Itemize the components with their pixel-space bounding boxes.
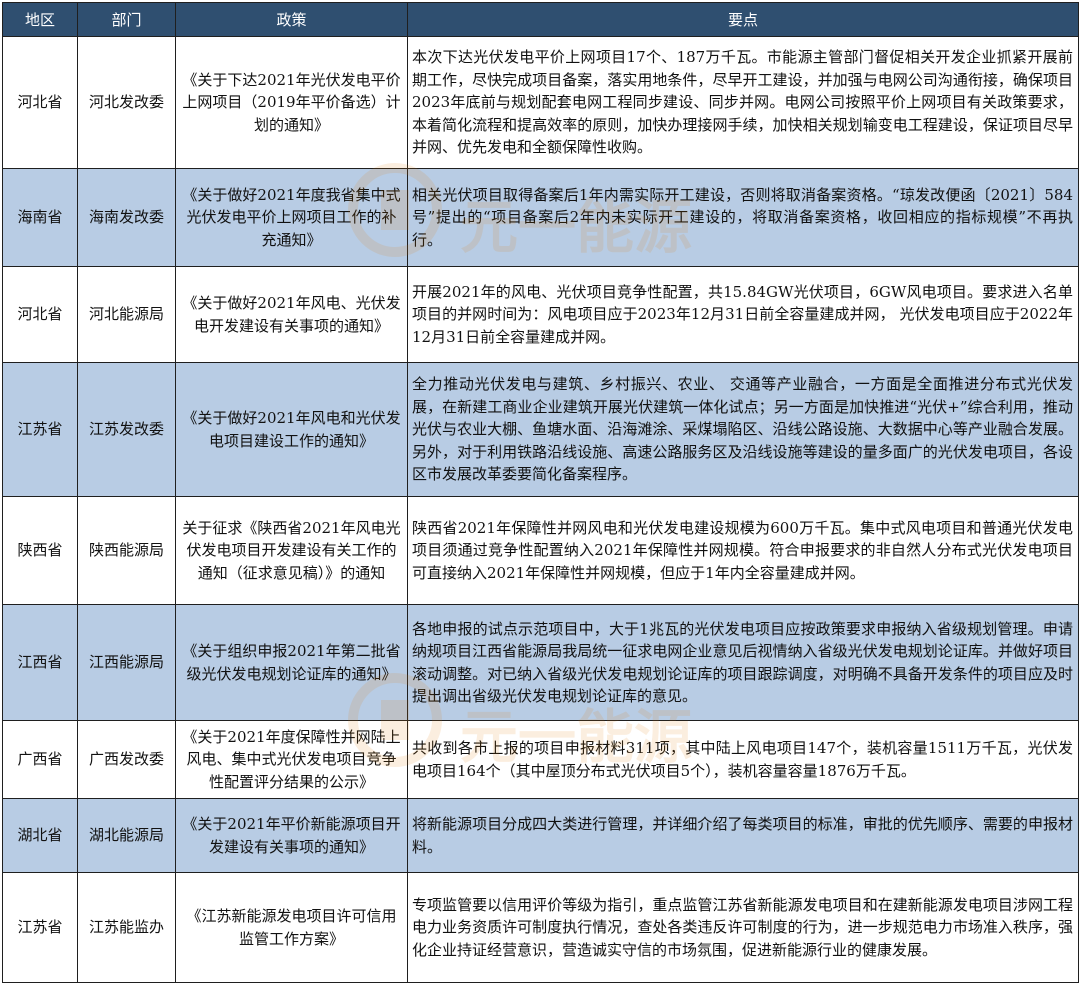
policy-table: 地区 部门 政策 要点 河北省 河北发改委 《关于下达2021年光伏发电平价上网… xyxy=(2,2,1079,983)
policy-cell: 《关于做好2021年风电和光伏发电项目建设工作的通知》 xyxy=(175,362,408,497)
table-row: 广西省 广西发改委 《关于2021年度保障性并网陆上风电、集中式光伏发电项目竞争… xyxy=(2,720,1079,799)
region-cell: 江苏省 xyxy=(2,362,78,497)
dept-cell: 陕西能源局 xyxy=(77,496,176,605)
region-cell: 河北省 xyxy=(2,266,78,363)
dept-cell: 江苏能监办 xyxy=(77,872,176,983)
points-cell: 全力推动光伏发电与建筑、乡村振兴、农业、 交通等产业融合，一方面是全面推进分布式… xyxy=(407,362,1079,497)
policy-cell: 《关于2021年度保障性并网陆上风电、集中式光伏发电项目竞争性配置评分结果的公示… xyxy=(175,720,408,799)
header-policy: 政策 xyxy=(175,2,408,37)
table-row: 河北省 河北发改委 《关于下达2021年光伏发电平价上网项目（2019年平价备选… xyxy=(2,36,1079,169)
points-cell: 专项监管要以信用评价等级为指引，重点监管江苏省新能源发电项目和在建新能源发电项目… xyxy=(407,872,1079,983)
dept-cell: 湖北能源局 xyxy=(77,798,176,873)
dept-cell: 江苏发改委 xyxy=(77,362,176,497)
points-cell: 各地申报的试点示范项目中，大于1兆瓦的光伏发电项目应按政策要求申报纳入省级规划管… xyxy=(407,604,1079,721)
header-region: 地区 xyxy=(2,2,78,37)
policy-cell: 《关于做好2021年度我省集中式光伏发电平价上网项目工作的补充通知》 xyxy=(175,168,408,267)
table-row: 海南省 海南发改委 《关于做好2021年度我省集中式光伏发电平价上网项目工作的补… xyxy=(2,168,1079,267)
region-cell: 陕西省 xyxy=(2,496,78,605)
dept-cell: 江西能源局 xyxy=(77,604,176,721)
table-row: 陕西省 陕西能源局 关于征求《陕西省2021年风电光伏发电项目开发建设有关工作的… xyxy=(2,496,1079,605)
region-cell: 海南省 xyxy=(2,168,78,267)
table-row: 湖北省 湖北能源局 《关于2021年平价新能源项目开发建设有关事项的通知》 将新… xyxy=(2,798,1079,873)
points-cell: 将新能源项目分成四大类进行管理，并详细介绍了每类项目的标准，审批的优先顺序、需要… xyxy=(407,798,1079,873)
header-row: 地区 部门 政策 要点 xyxy=(2,2,1079,37)
points-cell: 共收到各市上报的项目申报材料311项，其中陆上风电项目147个，装机容量1511… xyxy=(407,720,1079,799)
dept-cell: 河北能源局 xyxy=(77,266,176,363)
region-cell: 广西省 xyxy=(2,720,78,799)
points-cell: 陕西省2021年保障性并网风电和光伏发电建设规模为600万千瓦。集中式风电项目和… xyxy=(407,496,1079,605)
table-row: 江西省 江西能源局 《关于组织申报2021年第二批省级光伏发电规划论证库的通知》… xyxy=(2,604,1079,721)
points-cell: 相关光伏项目取得备案后1年内需实际开工建设，否则将取消备案资格。“琼发改便函〔2… xyxy=(407,168,1079,267)
table-row: 江苏省 江苏发改委 《关于做好2021年风电和光伏发电项目建设工作的通知》 全力… xyxy=(2,362,1079,497)
table-row: 江苏省 江苏能监办 《江苏新能源发电项目许可信用监管工作方案》 专项监管要以信用… xyxy=(2,872,1079,983)
header-dept: 部门 xyxy=(77,2,176,37)
policy-cell: 关于征求《陕西省2021年风电光伏发电项目开发建设有关工作的通知（征求意见稿）》… xyxy=(175,496,408,605)
policy-cell: 《关于2021年平价新能源项目开发建设有关事项的通知》 xyxy=(175,798,408,873)
policy-cell: 《关于组织申报2021年第二批省级光伏发电规划论证库的通知》 xyxy=(175,604,408,721)
table-row: 河北省 河北能源局 《关于做好2021年风电、光伏发电开发建设有关事项的通知》 … xyxy=(2,266,1079,363)
policy-cell: 《关于下达2021年光伏发电平价上网项目（2019年平价备选）计划的通知》 xyxy=(175,36,408,169)
dept-cell: 海南发改委 xyxy=(77,168,176,267)
region-cell: 江苏省 xyxy=(2,872,78,983)
dept-cell: 河北发改委 xyxy=(77,36,176,169)
policy-cell: 《江苏新能源发电项目许可信用监管工作方案》 xyxy=(175,872,408,983)
region-cell: 河北省 xyxy=(2,36,78,169)
points-cell: 开展2021年的风电、光伏项目竞争性配置，共15.84GW光伏项目，6GW风电项… xyxy=(407,266,1079,363)
region-cell: 江西省 xyxy=(2,604,78,721)
dept-cell: 广西发改委 xyxy=(77,720,176,799)
policy-cell: 《关于做好2021年风电、光伏发电开发建设有关事项的通知》 xyxy=(175,266,408,363)
points-cell: 本次下达光伏发电平价上网项目17个、187万千瓦。市能源主管部门督促相关开发企业… xyxy=(407,36,1079,169)
region-cell: 湖北省 xyxy=(2,798,78,873)
header-points: 要点 xyxy=(407,2,1079,37)
